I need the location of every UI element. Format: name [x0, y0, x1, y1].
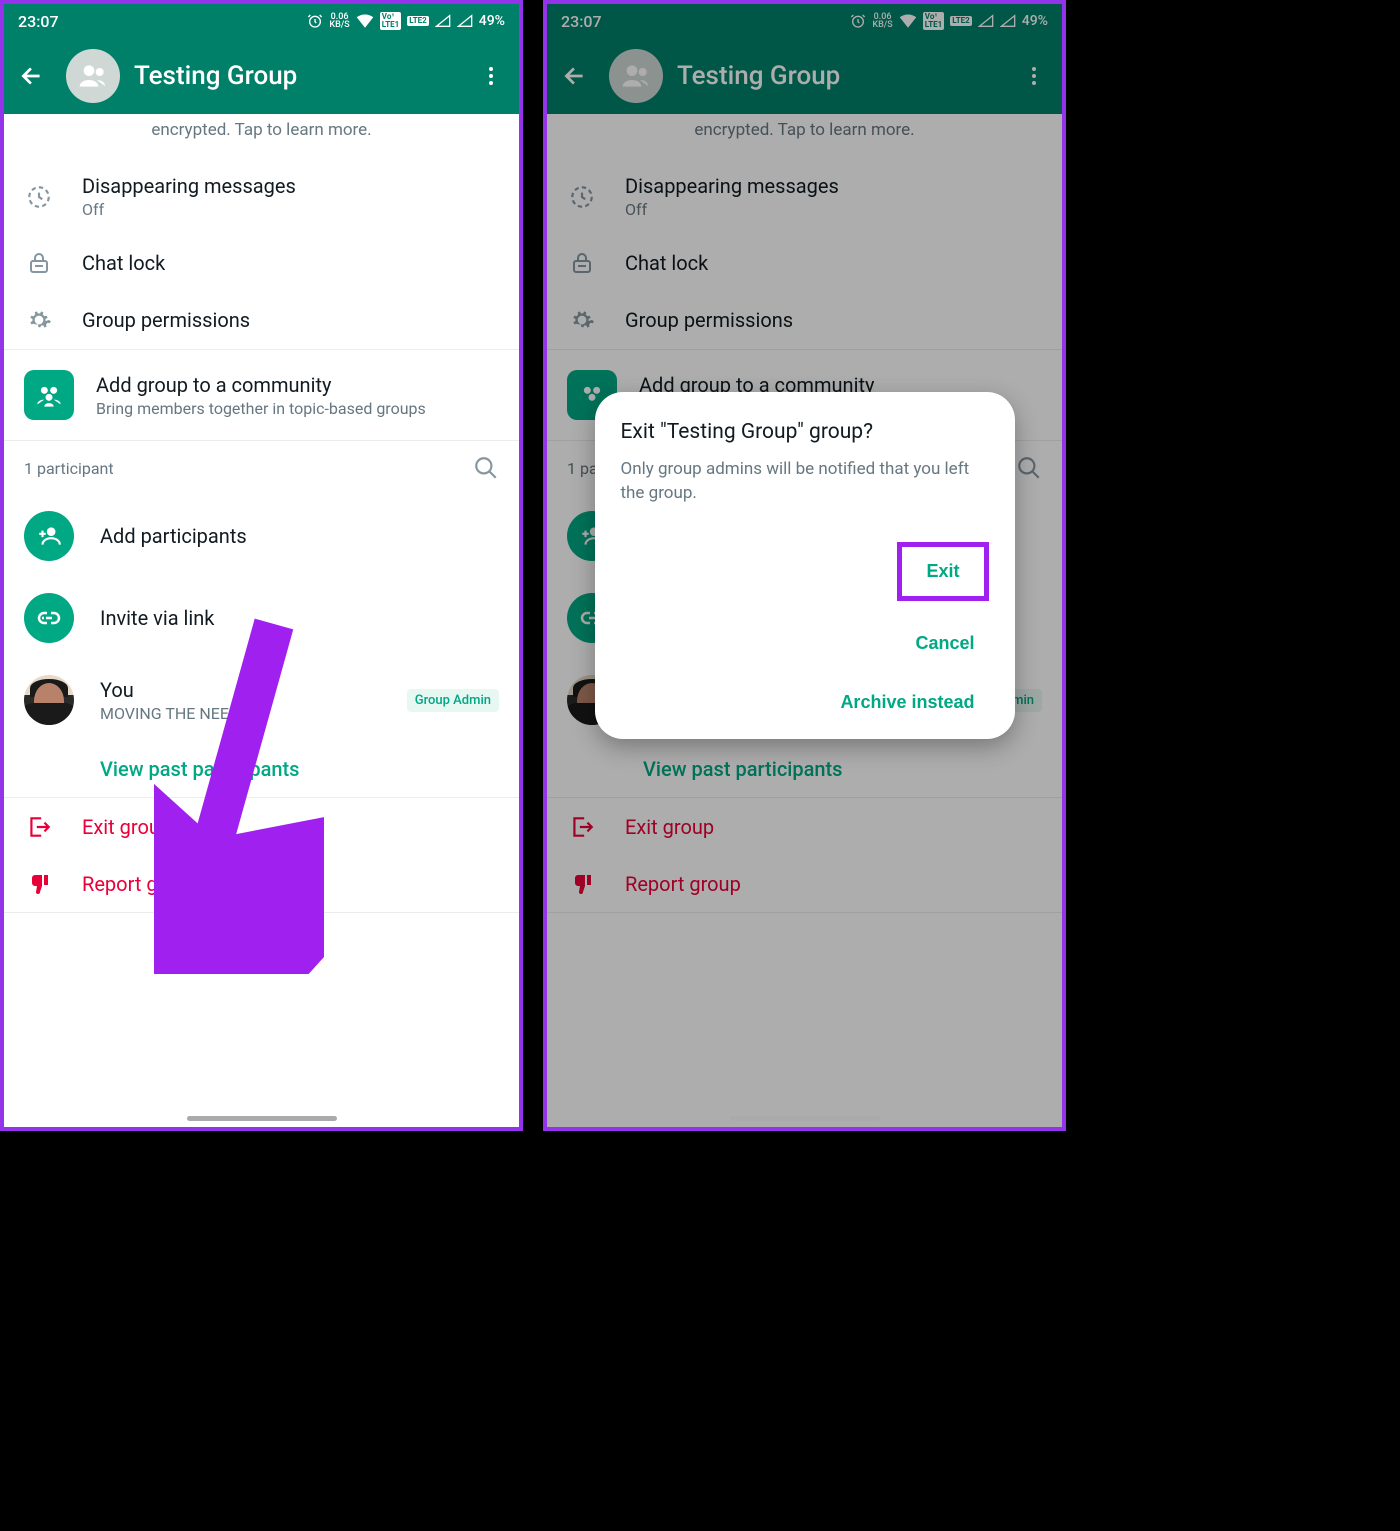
nav-handle: [730, 1116, 880, 1121]
participants-section-header: 1 participant: [4, 441, 519, 495]
participants-count: 1 participant: [24, 459, 114, 478]
phone-right: 23:07 0.06KB/S Vo¹LTE1 LTE2 49% Testing …: [543, 0, 1066, 1131]
status-icons: 0.06KB/S Vo¹LTE1 LTE2 49%: [307, 12, 505, 30]
dialog-exit-button[interactable]: Exit: [912, 555, 973, 588]
exit-dialog: Exit "Testing Group" group? Only group a…: [595, 392, 1015, 739]
dialog-body: Only group admins will be notified that …: [621, 458, 989, 506]
clock: 23:07: [18, 12, 59, 31]
invite-link-row[interactable]: Invite via link: [4, 577, 519, 659]
link-icon: [37, 606, 61, 630]
more-vert-icon: [479, 64, 503, 88]
group-title[interactable]: Testing Group: [134, 61, 457, 91]
member-status: MOVING THE NEEDLE: [100, 704, 381, 723]
group-avatar[interactable]: [66, 49, 120, 103]
view-past-label: View past participants: [100, 757, 299, 781]
data-speed: 0.06KB/S: [329, 13, 349, 29]
community-icon: [24, 370, 74, 420]
link-icon-circle: [24, 593, 74, 643]
add-participants-row[interactable]: Add participants: [4, 495, 519, 577]
exit-icon: [26, 814, 52, 840]
signal1-icon: [435, 14, 451, 28]
community-sub: Bring members together in topic-based gr…: [96, 399, 499, 418]
add-participants-label: Add participants: [100, 524, 247, 548]
lte1-badge: Vo¹LTE1: [380, 12, 402, 30]
report-group-row[interactable]: Report group: [4, 856, 519, 912]
member-avatar: [24, 675, 74, 725]
alarm-icon: [307, 13, 323, 29]
member-row[interactable]: You MOVING THE NEEDLE Group Admin: [4, 659, 519, 741]
report-group-label: Report group: [82, 872, 499, 896]
member-name: You: [100, 678, 381, 702]
add-person-icon: [24, 511, 74, 561]
arrow-left-icon: [19, 63, 45, 89]
battery-text: 49%: [479, 13, 505, 29]
dialog-cancel-button[interactable]: Cancel: [901, 627, 988, 660]
status-bar: 23:07 0.06KB/S Vo¹LTE1 LTE2 49%: [4, 4, 519, 38]
gear-icon: [26, 307, 52, 333]
back-button[interactable]: [12, 56, 52, 96]
search-icon[interactable]: [473, 455, 499, 481]
chat-lock-row[interactable]: Chat lock: [4, 235, 519, 291]
phone-left: 23:07 0.06KB/S Vo¹LTE1 LTE2 49% Testing …: [0, 0, 523, 1131]
exit-group-row[interactable]: Exit group: [4, 798, 519, 856]
overflow-button[interactable]: [471, 56, 511, 96]
app-bar: Testing Group: [4, 38, 519, 114]
exit-highlight: Exit: [897, 542, 988, 601]
group-permissions-row[interactable]: Group permissions: [4, 291, 519, 349]
add-to-community-row[interactable]: Add group to a community Bring members t…: [4, 350, 519, 440]
lte2-badge: LTE2: [407, 16, 429, 26]
thumbs-down-icon: [27, 872, 51, 896]
permissions-title: Group permissions: [82, 308, 499, 332]
nav-handle: [187, 1116, 337, 1121]
dialog-archive-button[interactable]: Archive instead: [826, 686, 988, 719]
timer-icon: [26, 184, 52, 210]
admin-badge: Group Admin: [407, 689, 499, 712]
exit-group-label: Exit group: [82, 815, 499, 839]
disappearing-messages-row[interactable]: Disappearing messages Off: [4, 158, 519, 235]
dialog-title: Exit "Testing Group" group?: [621, 420, 989, 444]
signal2-icon: [457, 14, 473, 28]
invite-link-label: Invite via link: [100, 606, 214, 630]
encryption-notice[interactable]: encrypted. Tap to learn more.: [4, 114, 519, 158]
content: encrypted. Tap to learn more. Disappeari…: [4, 114, 519, 913]
disappearing-sub: Off: [82, 200, 499, 219]
community-title: Add group to a community: [96, 373, 499, 397]
chatlock-title: Chat lock: [82, 251, 499, 275]
disappearing-title: Disappearing messages: [82, 174, 499, 198]
dialog-scrim[interactable]: Exit "Testing Group" group? Only group a…: [547, 4, 1062, 1127]
group-icon: [77, 60, 109, 92]
lock-icon: [27, 251, 51, 275]
wifi-icon: [356, 14, 374, 28]
view-past-row[interactable]: View past participants: [4, 741, 519, 797]
